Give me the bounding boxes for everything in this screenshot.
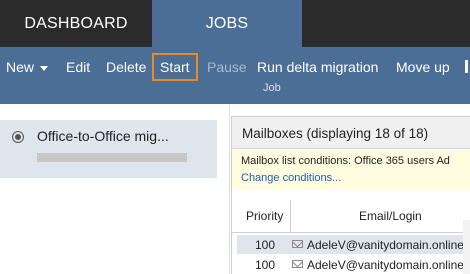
vertical-scrollbar[interactable] [463, 220, 470, 274]
job-name: Office-to-Office mig... [37, 128, 169, 144]
column-header-priority[interactable]: Priority [246, 209, 283, 223]
row-email: AdeleV@vanitydomain.online [307, 258, 464, 272]
row-email: AdeleV@vanitydomain.online [307, 238, 464, 252]
job-progress-bar [37, 153, 187, 162]
move-up-button[interactable]: Move up [396, 53, 450, 81]
change-conditions-link[interactable]: Change conditions... [241, 172, 341, 184]
mail-icon [292, 240, 303, 248]
job-list-item[interactable]: Office-to-Office mig... [0, 120, 217, 178]
top-navigation: DASHBOARD JOBS [0, 0, 470, 47]
mailbox-grid-header: Priority Email/Login [232, 200, 470, 233]
chevron-down-icon [40, 65, 49, 71]
tab-dashboard[interactable]: DASHBOARD [0, 0, 152, 47]
delete-button[interactable]: Delete [106, 53, 146, 81]
mailboxes-title: Mailboxes (displaying 18 of 18) [242, 126, 429, 141]
row-priority: 100 [255, 238, 276, 252]
tab-jobs[interactable]: JOBS [152, 0, 302, 47]
column-divider [290, 200, 291, 233]
row-priority: 100 [255, 258, 276, 272]
jobs-list-panel: Office-to-Office mig... [0, 104, 230, 274]
more-button-edge[interactable] [465, 60, 468, 73]
edit-button[interactable]: Edit [66, 53, 90, 81]
mailboxes-header: Mailboxes (displaying 18 of 18) [232, 117, 470, 149]
table-row[interactable]: 100 AdeleV@vanitydomain.online [237, 235, 470, 254]
job-radio-icon[interactable] [12, 131, 24, 143]
table-row[interactable]: 100 AdeleV@vanitydomain.online [237, 255, 470, 274]
mail-icon [292, 260, 303, 268]
new-button-label: New [6, 59, 35, 75]
ribbon-group-label: Job [263, 82, 281, 94]
ribbon-toolbar: New Edit Delete Start Pause Run delta mi… [0, 47, 470, 104]
start-button[interactable]: Start [152, 53, 198, 81]
column-header-email[interactable]: Email/Login [359, 209, 422, 223]
pause-button: Pause [207, 59, 247, 75]
conditions-text: Mailbox list conditions: Office 365 user… [241, 155, 450, 167]
mailboxes-panel: Mailboxes (displaying 18 of 18) Mailbox … [231, 116, 470, 274]
new-button[interactable]: New [6, 53, 49, 81]
mailbox-conditions-banner: Mailbox list conditions: Office 365 user… [232, 150, 470, 190]
run-delta-migration-button[interactable]: Run delta migration [257, 53, 378, 81]
